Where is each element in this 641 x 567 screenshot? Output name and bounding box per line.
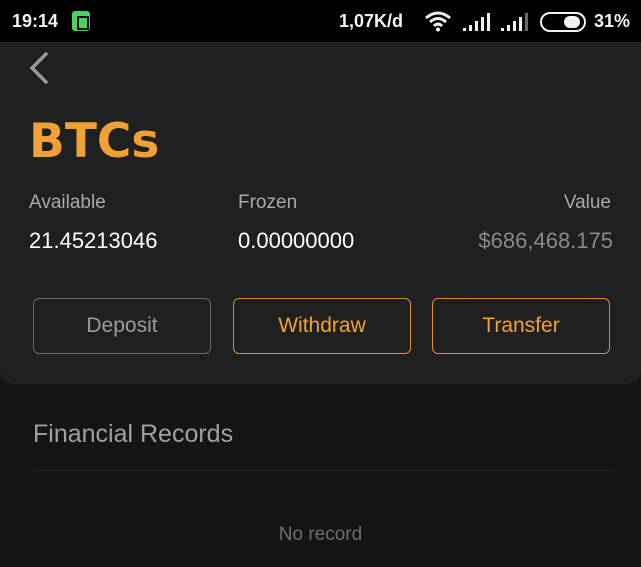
- page-title: BTCs: [29, 114, 160, 169]
- available-label: Available: [29, 192, 106, 213]
- network-speed: 1,07K/d: [339, 11, 404, 31]
- status-time: 19:14: [12, 11, 59, 31]
- value-label: Value: [563, 192, 611, 213]
- transfer-button[interactable]: Transfer: [432, 298, 610, 354]
- frozen-balance: 0.00000000: [238, 228, 355, 253]
- wifi-icon: [425, 11, 451, 32]
- signal-icon: [463, 13, 490, 31]
- battery-icon: [540, 12, 586, 32]
- frozen-label: Frozen: [238, 192, 298, 213]
- records-title: Financial Records: [33, 420, 234, 448]
- withdraw-button[interactable]: Withdraw: [233, 298, 411, 354]
- available-balance: 21.45213046: [29, 228, 158, 253]
- chevron-left-icon[interactable]: [24, 50, 54, 86]
- deposit-button[interactable]: Deposit: [33, 298, 211, 354]
- fiat-value: $686,468.175: [478, 228, 613, 253]
- signal-icon-2: [501, 13, 528, 31]
- app-area: BTCs Available Frozen Value 21.45213046 …: [0, 42, 641, 567]
- battery-percent: 31%: [594, 11, 631, 31]
- records-divider: [33, 470, 613, 471]
- status-bar: 19:14 1,07K/d 31%: [0, 0, 641, 42]
- battery-saver-icon: [72, 11, 90, 31]
- asset-card: BTCs Available Frozen Value 21.45213046 …: [0, 42, 641, 384]
- empty-state-text: No record: [278, 524, 363, 545]
